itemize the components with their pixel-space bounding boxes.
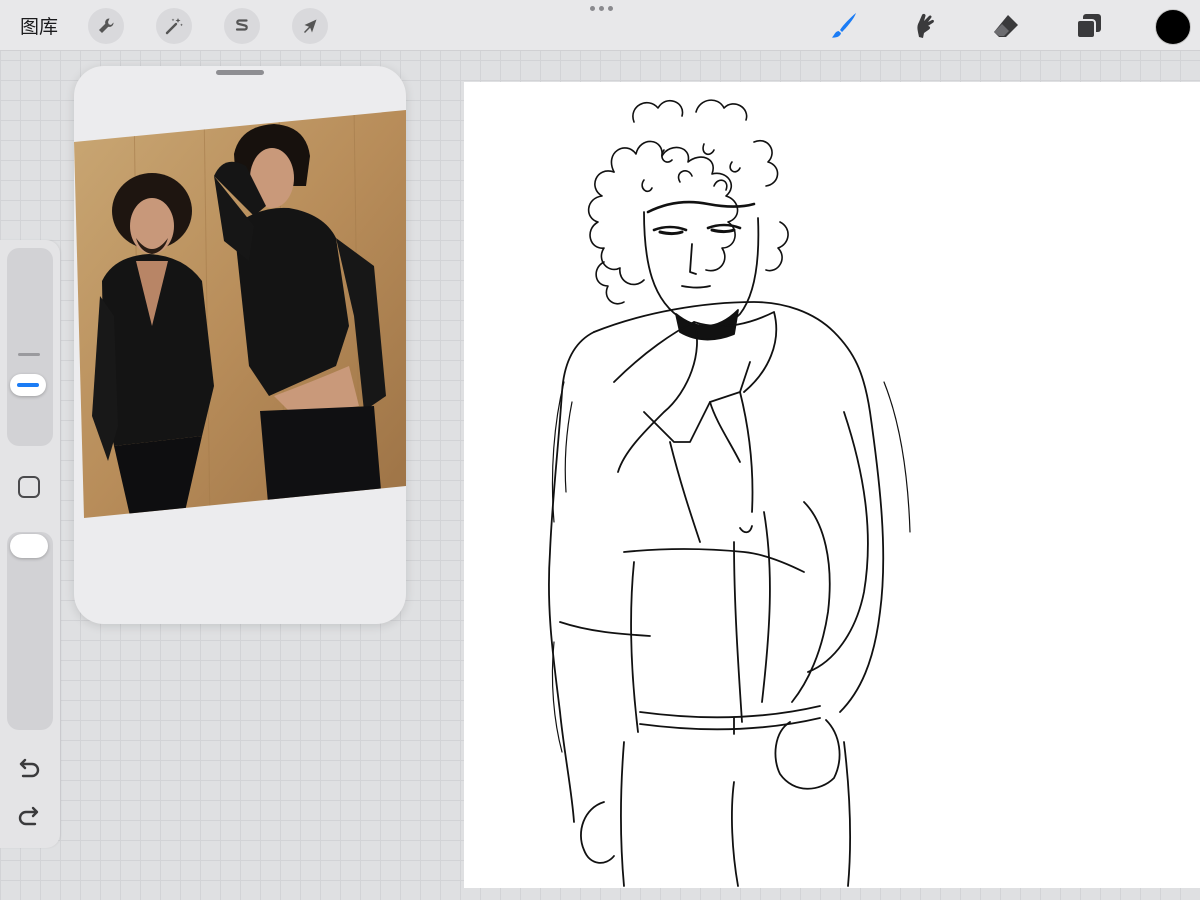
eraser-icon [994, 15, 1018, 37]
square-icon [18, 476, 40, 498]
smudge-icon [917, 13, 934, 38]
gallery-button[interactable]: 图库 [20, 12, 58, 39]
redo-button[interactable] [14, 802, 44, 832]
dot-icon [607, 6, 613, 11]
brush-size-slider[interactable] [7, 248, 53, 446]
magic-wand-icon [165, 18, 183, 35]
dot-icon [589, 6, 595, 11]
eraser-tool-button[interactable] [988, 8, 1024, 44]
adjustments-button[interactable] [156, 8, 192, 44]
undo-icon [19, 758, 40, 778]
brush-tool-button[interactable] [826, 8, 862, 44]
smudge-tool-button[interactable] [906, 8, 942, 44]
brush-icon [832, 13, 856, 38]
undo-button[interactable] [14, 754, 44, 784]
brush-opacity-slider[interactable] [7, 532, 53, 730]
dot-icon [598, 6, 604, 11]
sketch-drawing [548, 99, 911, 887]
left-sidebar [0, 240, 60, 848]
arrow-cursor-icon [304, 19, 317, 33]
reference-photo [74, 110, 406, 518]
redo-icon [18, 806, 39, 826]
selection-button[interactable] [224, 8, 260, 44]
selection-s-icon [235, 19, 248, 31]
color-picker-button[interactable] [1155, 9, 1191, 45]
transform-button[interactable] [292, 8, 328, 44]
layers-icon [1076, 14, 1101, 39]
brush-size-slider-thumb[interactable] [10, 374, 46, 396]
drawing-canvas[interactable] [464, 82, 1200, 888]
slider-thumb-indicator [17, 383, 39, 387]
slider-tick-mark [18, 353, 40, 356]
more-options-button[interactable] [586, 6, 616, 18]
reference-window[interactable] [74, 66, 406, 624]
modify-button[interactable] [16, 474, 42, 500]
top-toolbar: 图库 [0, 0, 1200, 51]
wrench-icon [99, 18, 114, 33]
actions-button[interactable] [88, 8, 124, 44]
layers-button[interactable] [1071, 8, 1107, 44]
brush-opacity-slider-thumb[interactable] [10, 534, 48, 558]
